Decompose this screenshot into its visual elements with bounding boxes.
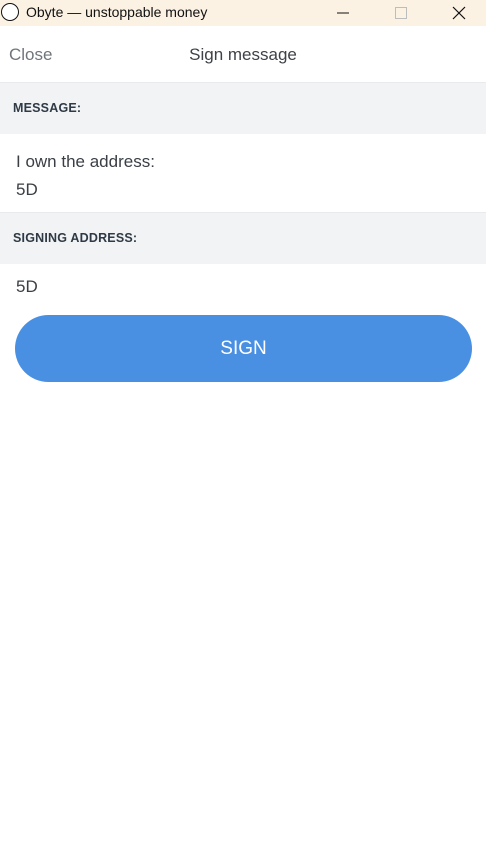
sign-button[interactable]: SIGN bbox=[15, 315, 472, 382]
signing-address-section-label: SIGNING ADDRESS: bbox=[13, 231, 138, 245]
window-titlebar: Obyte — unstoppable money bbox=[0, 0, 486, 26]
message-text: I own the address: 5D bbox=[16, 148, 155, 204]
message-section-header: MESSAGE: bbox=[0, 82, 486, 134]
page-title: Sign message bbox=[189, 45, 297, 64]
signing-address-value: 5D bbox=[16, 277, 38, 296]
message-section-label: MESSAGE: bbox=[13, 101, 82, 115]
app-circle-icon bbox=[1, 3, 19, 21]
window-title: Obyte — unstoppable money bbox=[26, 4, 208, 20]
message-line: 5D bbox=[16, 180, 38, 199]
maximize-button[interactable] bbox=[378, 0, 424, 26]
minimize-button[interactable] bbox=[320, 0, 366, 26]
window-close-button[interactable] bbox=[436, 0, 482, 26]
close-icon bbox=[452, 6, 466, 20]
signing-address-section-header: SIGNING ADDRESS: bbox=[0, 212, 486, 264]
minimize-icon bbox=[337, 12, 349, 14]
page-header: Close Sign message bbox=[0, 26, 486, 82]
maximize-icon bbox=[395, 7, 407, 19]
message-line: I own the address: bbox=[16, 152, 155, 171]
